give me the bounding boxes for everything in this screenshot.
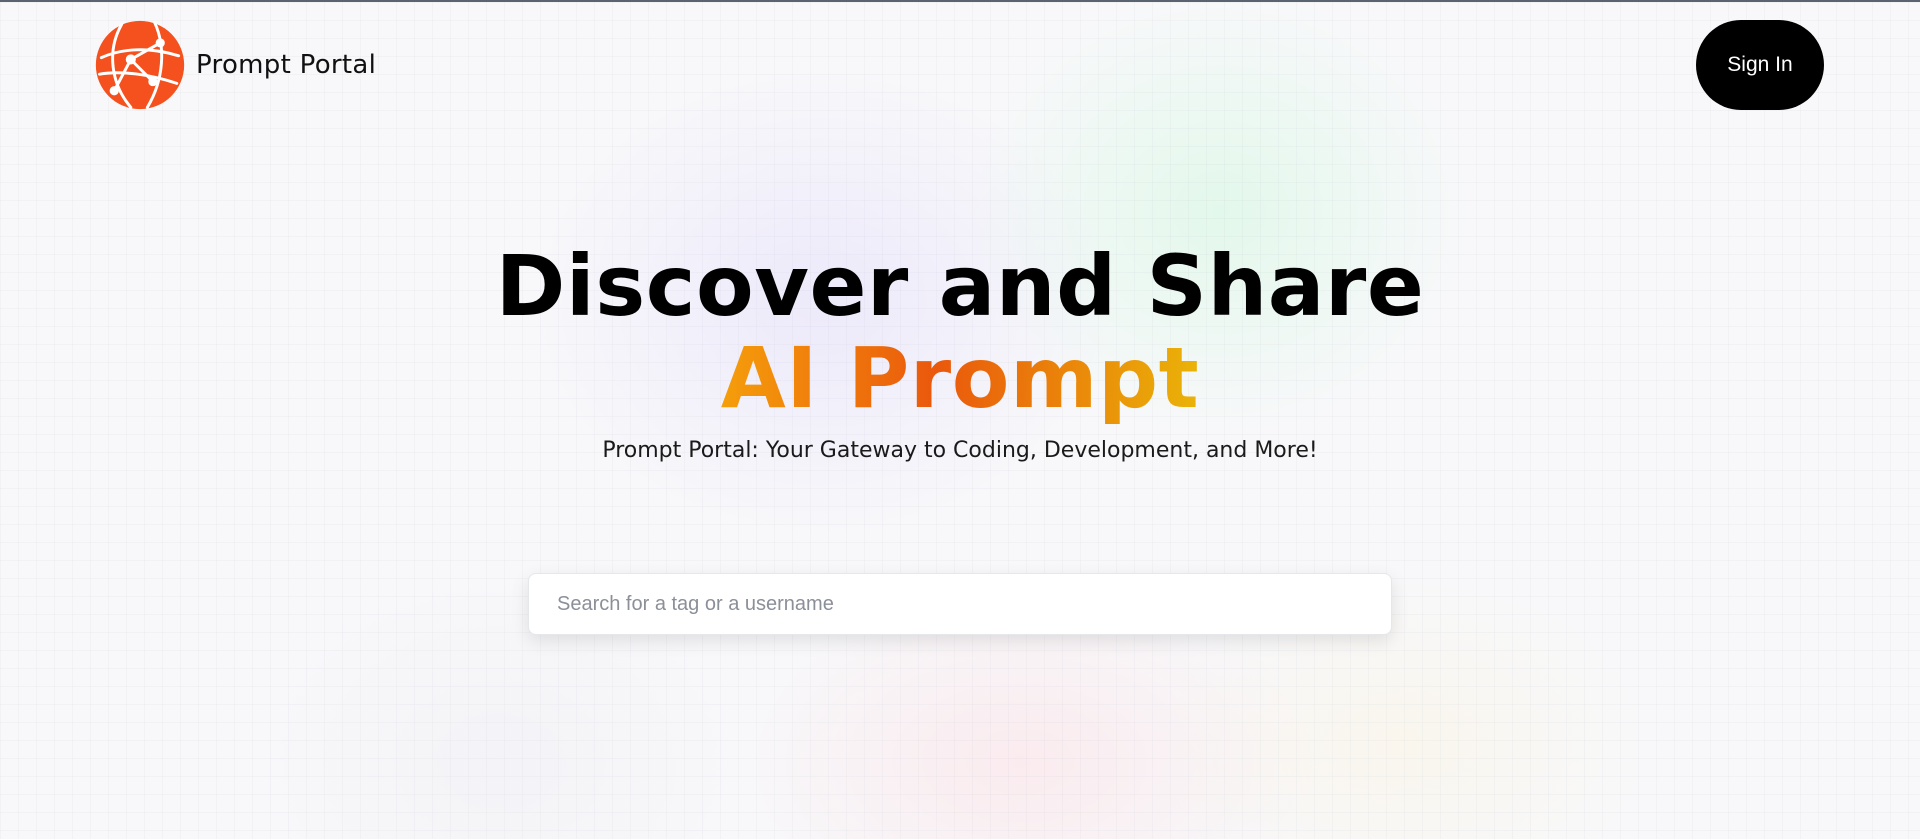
sign-in-button[interactable]: Sign In [1696, 20, 1824, 110]
brand-name: Prompt Portal [196, 50, 377, 80]
hero-title: Discover and Share [495, 237, 1425, 335]
brand-link[interactable]: Prompt Portal [94, 19, 376, 111]
globe-network-icon [95, 20, 185, 110]
search-form [528, 573, 1392, 635]
page: Prompt Portal Sign In Discover and Share… [0, 2, 1920, 839]
hero-highlight: AI Prompt [720, 329, 1200, 427]
hero-section: Discover and Share AI Prompt Prompt Port… [0, 240, 1920, 463]
hero-highlight-row: AI Prompt [0, 332, 1920, 424]
navbar: Prompt Portal Sign In [0, 2, 1920, 132]
hero-subtitle: Prompt Portal: Your Gateway to Coding, D… [602, 438, 1318, 463]
search-input[interactable] [528, 573, 1392, 635]
